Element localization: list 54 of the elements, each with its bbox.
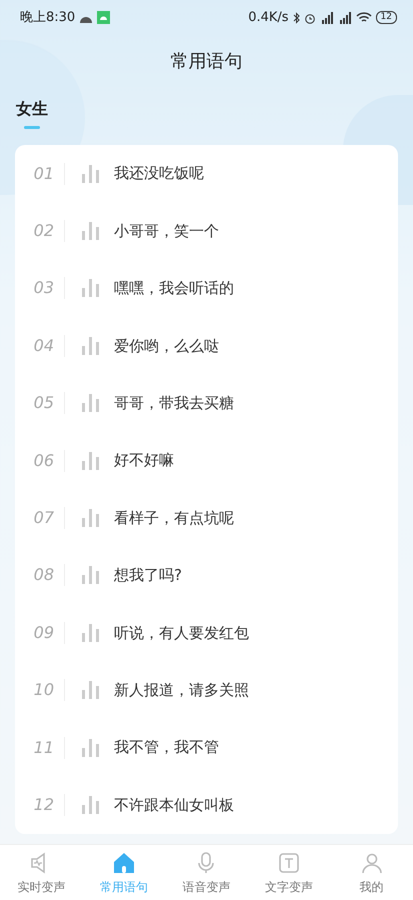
sound-bars-icon[interactable] <box>81 452 101 470</box>
nav-tab[interactable]: 实时变声 <box>0 845 83 900</box>
phrase-text[interactable]: 好不好嘛 <box>114 449 174 472</box>
bluetooth-icon <box>292 12 300 24</box>
sound-bars-icon[interactable] <box>81 738 101 757</box>
phrase-text[interactable]: 哥哥，带我去买糖 <box>114 392 234 414</box>
network-speed: 0.4K/s <box>248 8 289 27</box>
sound-bars-icon[interactable] <box>81 164 101 183</box>
phrase-text[interactable]: 想我了吗? <box>114 564 182 587</box>
sound-bars-icon[interactable] <box>81 336 101 355</box>
phrase-text[interactable]: 不许跟本仙女叫板 <box>114 794 234 816</box>
sound-bars-icon[interactable] <box>81 509 101 528</box>
phrase-number: 12 <box>15 794 65 816</box>
phrase-number: 08 <box>15 564 65 586</box>
phrase-number: 10 <box>15 679 65 702</box>
phrase-text[interactable]: 新人报道，请多关照 <box>114 678 249 702</box>
signal-icon <box>338 12 352 24</box>
person-icon <box>360 851 384 875</box>
phrase-number: 01 <box>15 162 65 185</box>
phrase-number: 02 <box>15 220 65 242</box>
sound-bars-icon[interactable] <box>81 394 101 412</box>
nav-tab[interactable]: 语音变声 <box>165 845 248 900</box>
phrase-number: 05 <box>15 392 65 414</box>
phrase-text[interactable]: 小哥哥，笑一个 <box>114 220 219 242</box>
app-notification-icon <box>97 11 110 24</box>
sound-bars-icon[interactable] <box>81 796 101 814</box>
phrase-text[interactable]: 看样子，有点坑呢 <box>114 506 234 530</box>
sound-bars-icon[interactable] <box>81 566 101 584</box>
status-time: 晚上8:30 <box>20 8 76 27</box>
sound-bars-icon[interactable] <box>81 681 101 700</box>
phrase-number: 11 <box>15 736 65 759</box>
nav-tab[interactable]: 文字变声 <box>248 845 330 900</box>
house-icon <box>112 851 136 875</box>
text-icon <box>277 851 302 875</box>
signal-icon <box>320 12 334 24</box>
page-title: 常用语句 <box>170 50 244 74</box>
nav-tab[interactable]: 我的 <box>330 845 413 900</box>
phrase-text[interactable]: 听说，有人要发红包 <box>114 622 249 644</box>
phrase-number: 06 <box>15 450 65 472</box>
wifi-icon <box>356 12 372 24</box>
phrase-text[interactable]: 我还没吃饭呢 <box>114 162 204 185</box>
phrase-number: 04 <box>15 334 65 357</box>
battery-indicator: 12 <box>376 11 397 24</box>
phrase-text[interactable]: 我不管，我不管 <box>114 736 219 759</box>
sound-bars-icon[interactable] <box>81 279 101 298</box>
alarm-icon <box>304 12 316 24</box>
sound-bars-icon[interactable] <box>81 222 101 240</box>
phrase-number: 03 <box>15 277 65 300</box>
phrase-number: 09 <box>15 622 65 644</box>
sound-bars-icon[interactable] <box>81 624 101 642</box>
phrase-text[interactable]: 爱你哟，么么哒 <box>114 334 219 358</box>
phrase-number: 07 <box>15 507 65 530</box>
phrase-text[interactable]: 嘿嘿，我会听话的 <box>114 277 234 300</box>
category-tab[interactable]: 女生 <box>16 97 48 129</box>
